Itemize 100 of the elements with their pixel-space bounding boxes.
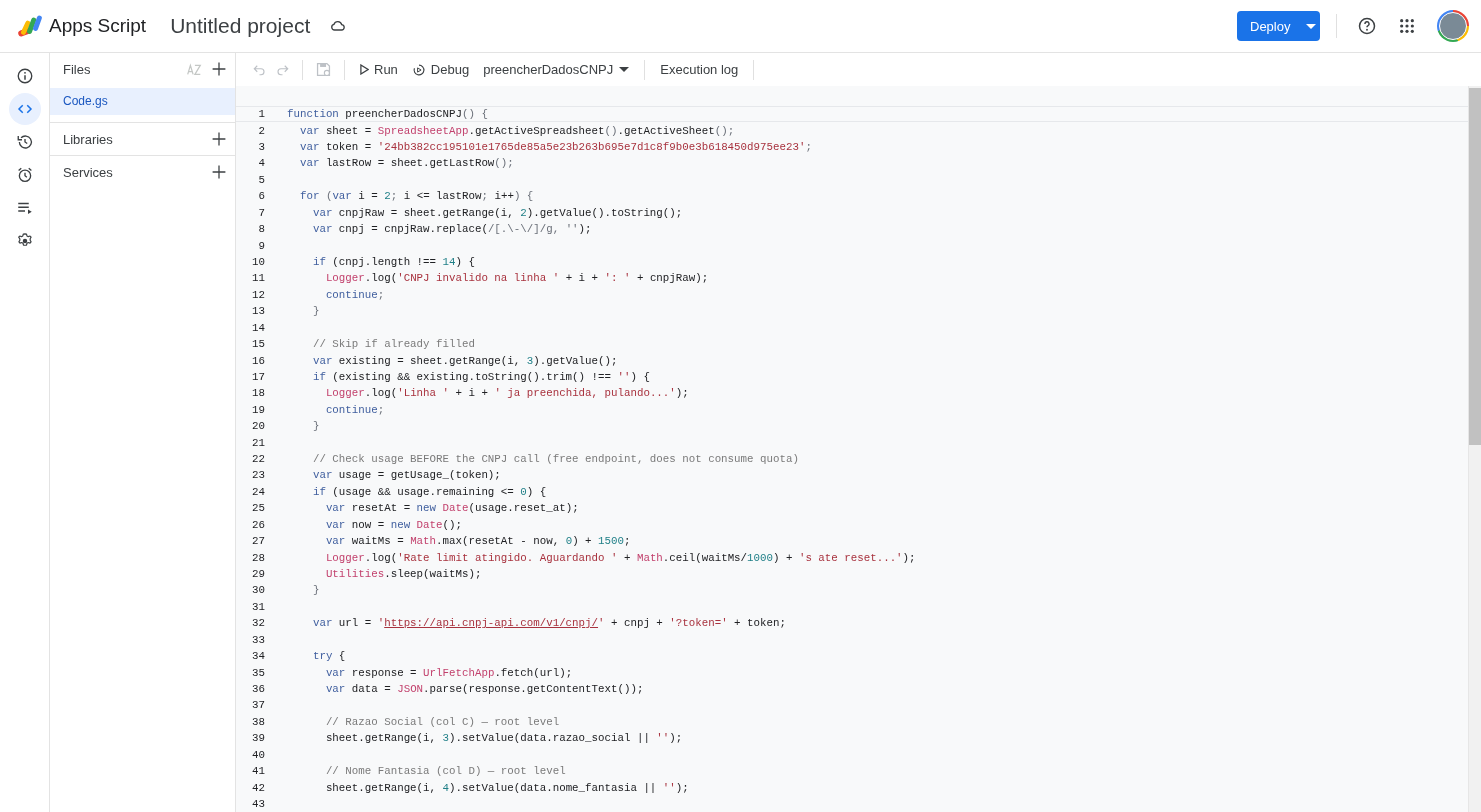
line-number: 1 [257,108,265,121]
line-number: 34 [251,650,265,663]
deploy-button[interactable]: Deploy [1237,11,1320,41]
debug-icon [411,62,426,77]
line-number: 42 [251,781,265,794]
line-number: 15 [251,338,265,351]
history-icon [15,133,34,151]
line-number: 33 [251,633,265,646]
code-line: // Check usage BEFORE the CNPJ call (free endpoint, does not consume quota) [311,453,799,466]
line-number: 37 [251,699,265,712]
line-number: 24 [251,485,265,498]
line-number: 36 [251,682,265,695]
code-line: if (existing && existing.toString().trim() !== '') { [311,370,650,383]
line-number: 27 [251,535,265,548]
line-number: 38 [251,715,265,728]
line-number: 5 [257,173,265,186]
code-line: var response = UrlFetchApp.fetch(url); [324,666,573,679]
scrollbar-thumb[interactable] [1469,88,1481,445]
section-heading: Services [63,164,113,180]
code-line: // Razao Social (col C) — root level [324,715,560,728]
line-number: 22 [251,453,265,466]
apps-grid-icon[interactable] [1399,18,1415,34]
cloud-icon [330,18,347,34]
line-number: 32 [251,617,265,630]
line-number: 41 [251,765,265,778]
play-icon [360,64,369,75]
code-line: sheet.getRange(i, 4).setValue(data.nome_fantasia || ''); [324,781,689,794]
line-number: 19 [251,403,265,416]
product-name: Apps Script [49,15,147,37]
code-line: var token = '24bb382cc195101e1765de85a5e23b263b695e7d1c8f9b0e3b618450d975ee23'; [298,141,812,154]
add-icon[interactable] [211,131,227,147]
line-number: 8 [257,223,265,236]
line-number: 9 [257,239,265,252]
code-line: var data = JSON.parse(response.getContentText()); [324,682,644,695]
code-line: var waitMs = Math.max(resetAt - now, 0) + 1500; [324,535,631,548]
line-number: 16 [251,354,265,367]
code-line: if (usage && usage.remaining <= 0) { [311,485,547,498]
line-number: 13 [251,305,265,318]
line-number: 20 [251,420,265,433]
line-number: 25 [251,502,265,515]
line-number: 35 [251,666,265,679]
code-line: var lastRow = sheet.getLastRow(); [298,157,514,170]
scrollbar[interactable] [1468,86,1481,812]
info-icon [15,67,34,85]
debug-button[interactable]: Debug [408,60,473,79]
add-icon[interactable] [211,164,227,180]
project-title[interactable]: Untitled project [170,14,311,38]
help-icon[interactable] [1357,16,1377,36]
line-number: 6 [257,190,265,203]
avatar[interactable] [1437,10,1469,42]
code-line: function preencherDadosCNPJ() { [287,108,488,121]
code-line: } [311,584,320,597]
code-line: // Skip if already filled [311,338,475,351]
section-heading: Libraries [63,131,113,147]
line-number: 3 [257,141,265,154]
apps-script-logo [17,14,45,38]
line-number: 39 [251,732,265,745]
code-line: var url = 'https://api.cnpj-api.com/v1/cnpj/' + cnpj + '?token=' + token; [311,617,786,630]
line-number: 11 [251,272,265,285]
run-button[interactable]: Run [357,60,401,79]
line-number: 4 [257,157,265,170]
line-number: 17 [251,370,265,383]
line-number: 43 [251,797,265,810]
code-line: for (var i = 2; i <= lastRow; i++) { [298,190,534,203]
code-line: var cnpjRaw = sheet.getRange(i, 2).getValue().toString(); [311,206,683,219]
line-number: 28 [251,551,265,564]
line-number: 30 [251,584,265,597]
line-number: 26 [251,518,265,531]
add-icon[interactable] [211,61,227,77]
code-line: } [311,305,320,318]
file-item[interactable]: Code.gs [50,88,235,115]
code-line: var existing = sheet.getRange(i, 3).getValue(); [311,354,618,367]
caret-icon [619,67,630,72]
line-number: 18 [251,387,265,400]
code-line: try { [311,650,346,663]
line-number: 10 [251,256,265,268]
code-line: if (cnpj.length !== 14) { [311,256,475,268]
execution-log-button[interactable]: Execution log [657,60,742,79]
line-number: 29 [251,568,265,580]
code-line: var usage = getUsage_(token); [311,469,501,482]
code-line: Utilities.sleep(waitMs); [324,568,482,580]
line-number: 14 [251,321,265,334]
code-line: var cnpj = cnpjRaw.replace(/[.\-\/]/g, ''); [311,223,592,236]
code-line: continue; [324,288,385,301]
code-line: var sheet = SpreadsheetApp.getActiveSpreadsheet().getActiveSheet(); [298,124,735,137]
line-number: 2 [257,124,265,137]
line-number: 21 [251,436,265,449]
code-line: continue; [324,403,385,416]
code-line: // Nome Fantasia (col D) — root level [324,765,566,778]
code-line: Logger.log('CNPJ invalido na linha ' + i + ': ' + cnpjRaw); [324,272,709,285]
code-line: var resetAt = new Date(usage.reset_at); [324,502,579,515]
caret-icon [1306,23,1317,29]
line-number: 31 [251,600,265,613]
files-heading: Files [63,61,91,77]
code-line: } [311,420,320,433]
code-line: Logger.log('Rate limit atingido. Aguardando ' + Math.ceil(waitMs/1000) + 's ate reset...'); [324,551,916,564]
function-dropdown[interactable]: preencherDadosCNPJ [480,60,633,79]
code-line: var now = new Date(); [324,518,462,531]
line-number: 23 [251,469,265,482]
code-line: Logger.log('Linha ' + i + ' ja preenchida, pulando...'); [324,387,689,400]
